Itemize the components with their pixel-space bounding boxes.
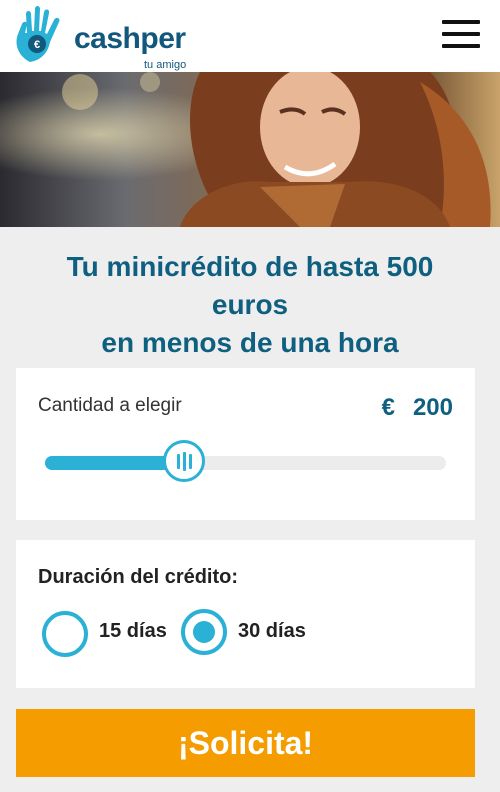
radio-30-dias[interactable]	[181, 609, 227, 655]
amount-number: 200	[412, 394, 453, 421]
radio-selected-dot	[193, 621, 215, 643]
grip-line-icon	[183, 452, 186, 471]
headline-line-2: euros	[211, 289, 289, 320]
page-headline: Tu minicrédito de hasta 500 euros en men…	[20, 248, 480, 362]
solicita-button[interactable]: ¡Solicita!	[16, 709, 475, 777]
amount-label: Cantidad a elegir	[38, 395, 182, 416]
brand-name: cashper	[74, 22, 186, 55]
radio-15-dias-label[interactable]: 15 días	[99, 620, 167, 643]
hamburger-menu-icon[interactable]	[442, 20, 484, 52]
svg-text:€: €	[34, 39, 40, 51]
amount-slider-track[interactable]	[45, 456, 446, 470]
header: € cashper tu amigo financiero	[0, 0, 500, 83]
amount-value-display: €200	[382, 394, 453, 422]
amount-card: Cantidad a elegir €200	[16, 368, 475, 520]
duration-card: Duración del crédito: 15 días 30 días	[16, 540, 475, 688]
headline-line-3: en menos de una hora	[101, 327, 399, 358]
cashper-logo[interactable]: € cashper tu amigo financiero	[12, 6, 232, 83]
radio-15-dias[interactable]	[42, 611, 88, 657]
grip-line-icon	[189, 454, 192, 469]
radio-30-dias-label[interactable]: 30 días	[238, 620, 306, 643]
duration-label: Duración del crédito:	[38, 566, 239, 588]
amount-slider-handle[interactable]	[163, 440, 205, 482]
hero-banner-image	[0, 72, 500, 227]
hand-logo-icon: €	[16, 6, 60, 62]
grip-line-icon	[177, 454, 180, 469]
currency-symbol: €	[381, 394, 395, 421]
headline-line-1: Tu minicrédito de hasta 500	[66, 251, 434, 282]
